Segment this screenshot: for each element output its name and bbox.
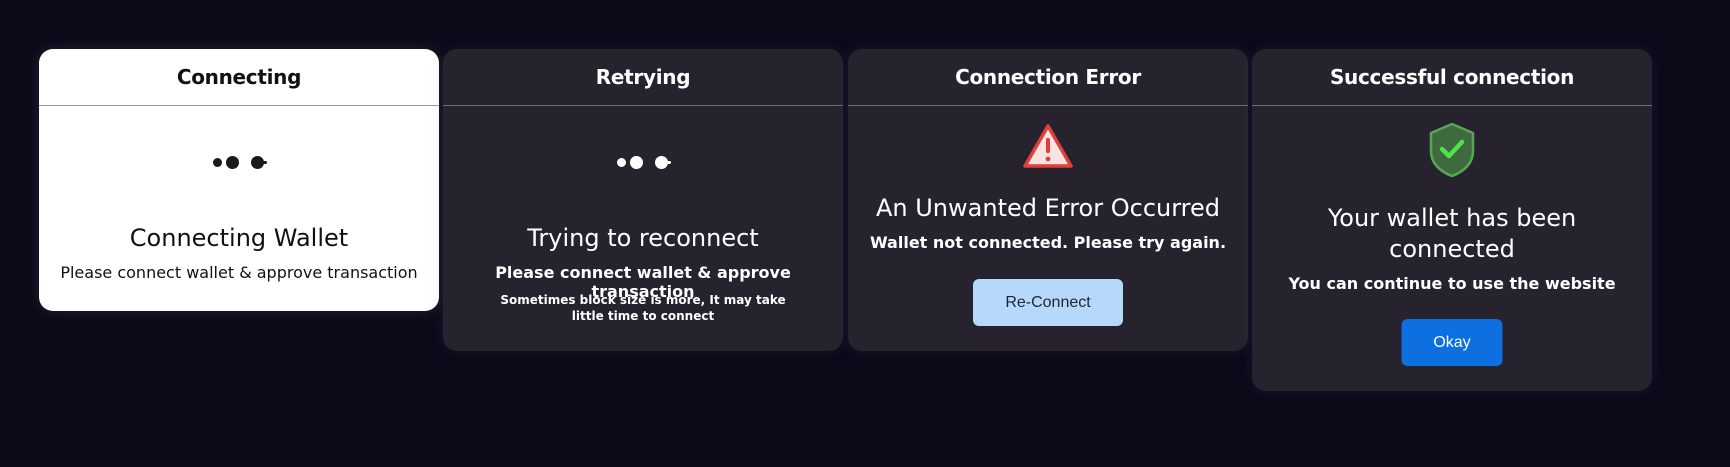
retrying-card-body: Trying to reconnect Please connect walle… [443, 106, 843, 351]
wallet-status-cards: Connecting Connecting Wallet Please conn… [0, 0, 1730, 467]
shield-check-icon [1427, 121, 1477, 183]
retrying-card-header: Retrying [443, 49, 843, 106]
connecting-card-header: Connecting [39, 49, 439, 106]
error-card: Connection Error An Unwanted Error Occur… [848, 49, 1248, 351]
success-message: You can continue to use the website [1288, 274, 1616, 293]
okay-button[interactable]: Okay [1401, 319, 1503, 366]
connecting-card-body: Connecting Wallet Please connect wallet … [39, 106, 439, 311]
error-message: Wallet not connected. Please try again. [869, 233, 1227, 252]
success-title: Your wallet has been connected [1327, 204, 1577, 263]
error-card-body: An Unwanted Error Occurred Wallet not co… [848, 106, 1248, 351]
loading-dots-icon [209, 152, 269, 172]
retrying-card: Retrying Trying to reconnect Please conn… [443, 49, 843, 351]
success-card: Successful connection Your wallet has be… [1252, 49, 1652, 391]
retrying-title: Trying to reconnect [527, 224, 759, 252]
connecting-message: Please connect wallet & approve transact… [60, 263, 418, 282]
connecting-card: Connecting Connecting Wallet Please conn… [39, 49, 439, 311]
error-card-header: Connection Error [848, 49, 1248, 106]
success-card-body: Your wallet has been connected You can c… [1252, 106, 1652, 391]
warning-triangle-icon [1022, 122, 1074, 174]
loading-dots-icon [613, 152, 673, 172]
error-title: An Unwanted Error Occurred [875, 194, 1221, 222]
reconnect-button[interactable]: Re-Connect [973, 279, 1123, 326]
success-card-header: Successful connection [1252, 49, 1652, 106]
retrying-note: Sometimes block size is more, It may tak… [500, 293, 786, 323]
connecting-title: Connecting Wallet [129, 224, 349, 252]
